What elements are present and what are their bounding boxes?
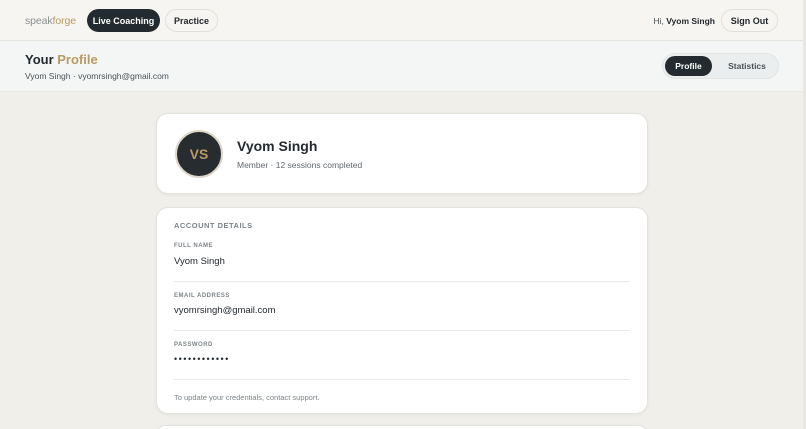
avatar: VS xyxy=(175,130,223,178)
sign-out-button[interactable]: Sign Out xyxy=(721,9,778,32)
full-name-label: FULL NAME xyxy=(174,243,214,249)
divider xyxy=(174,330,630,331)
credentials-note: To update your credentials, contact supp… xyxy=(174,393,320,402)
divider xyxy=(174,281,630,282)
page-subtitle: Vyom Singh · vyomrsingh@gmail.com xyxy=(25,71,169,81)
full-name-value: Vyom Singh xyxy=(174,256,225,267)
greeting-user-name: Vyom Singh xyxy=(666,16,715,26)
email-value: vyomrsingh@gmail.com xyxy=(174,305,276,316)
page-title-part1: Your xyxy=(25,52,58,67)
greeting-prefix: Hi, xyxy=(653,16,667,26)
page-title: Your Profile xyxy=(25,52,98,67)
profile-meta: Member · 12 sessions completed xyxy=(237,160,363,170)
brand-logo-part1: speak xyxy=(25,15,53,27)
divider xyxy=(174,379,630,380)
tab-profile[interactable]: Profile xyxy=(665,56,712,76)
password-value: •••••••••••• xyxy=(174,354,230,364)
password-label: PASSWORD xyxy=(174,342,213,348)
tab-statistics[interactable]: Statistics xyxy=(716,56,778,76)
page-title-part2: Profile xyxy=(57,52,98,67)
account-section-title: ACCOUNT DETAILS xyxy=(174,221,253,230)
brand-logo[interactable]: speakforge xyxy=(25,15,76,27)
profile-name: Vyom Singh xyxy=(237,138,318,154)
user-greeting: Hi, Vyom Singh xyxy=(653,16,715,26)
next-card xyxy=(156,425,648,429)
profile-summary-card xyxy=(156,113,648,194)
email-label: EMAIL ADDRESS xyxy=(174,293,230,299)
profile-view-toggle: Profile Statistics xyxy=(662,53,779,79)
brand-logo-part2: forge xyxy=(52,15,77,27)
nav-live-coaching-button[interactable]: Live Coaching xyxy=(87,9,160,32)
nav-practice-button[interactable]: Practice xyxy=(165,9,218,32)
